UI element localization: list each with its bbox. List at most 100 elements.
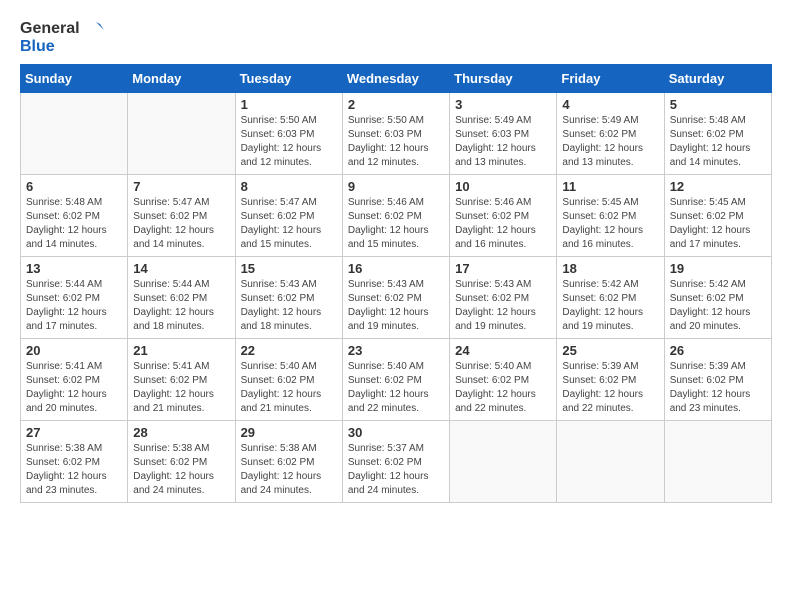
calendar-cell: 8 Sunrise: 5:47 AM Sunset: 6:02 PM Daylig…	[235, 174, 342, 256]
calendar-cell: 16 Sunrise: 5:43 AM Sunset: 6:02 PM Dayli…	[342, 256, 449, 338]
day-info: Sunrise: 5:44 AM Sunset: 6:02 PM Dayligh…	[26, 278, 122, 334]
calendar-cell: 13 Sunrise: 5:44 AM Sunset: 6:02 PM Dayli…	[21, 256, 128, 338]
day-info: Sunrise: 5:50 AM Sunset: 6:03 PM Dayligh…	[348, 114, 444, 170]
day-info: Sunrise: 5:40 AM Sunset: 6:02 PM Dayligh…	[348, 360, 444, 416]
calendar-cell: 9 Sunrise: 5:46 AM Sunset: 6:02 PM Daylig…	[342, 174, 449, 256]
day-info: Sunrise: 5:49 AM Sunset: 6:03 PM Dayligh…	[455, 114, 551, 170]
col-header-saturday: Saturday	[664, 64, 771, 92]
col-header-sunday: Sunday	[21, 64, 128, 92]
day-info: Sunrise: 5:43 AM Sunset: 6:02 PM Dayligh…	[241, 278, 337, 334]
calendar-cell: 2 Sunrise: 5:50 AM Sunset: 6:03 PM Daylig…	[342, 92, 449, 174]
calendar-cell	[664, 420, 771, 502]
day-number: 16	[348, 261, 444, 276]
day-info: Sunrise: 5:41 AM Sunset: 6:02 PM Dayligh…	[26, 360, 122, 416]
day-number: 5	[670, 97, 766, 112]
calendar-cell: 30 Sunrise: 5:37 AM Sunset: 6:02 PM Dayli…	[342, 420, 449, 502]
day-info: Sunrise: 5:38 AM Sunset: 6:02 PM Dayligh…	[26, 442, 122, 498]
day-number: 11	[562, 179, 658, 194]
calendar-cell: 20 Sunrise: 5:41 AM Sunset: 6:02 PM Dayli…	[21, 338, 128, 420]
calendar-cell: 11 Sunrise: 5:45 AM Sunset: 6:02 PM Dayli…	[557, 174, 664, 256]
day-number: 26	[670, 343, 766, 358]
day-number: 24	[455, 343, 551, 358]
day-info: Sunrise: 5:37 AM Sunset: 6:02 PM Dayligh…	[348, 442, 444, 498]
day-number: 21	[133, 343, 229, 358]
day-number: 18	[562, 261, 658, 276]
day-number: 2	[348, 97, 444, 112]
calendar-cell: 12 Sunrise: 5:45 AM Sunset: 6:02 PM Dayli…	[664, 174, 771, 256]
day-info: Sunrise: 5:44 AM Sunset: 6:02 PM Dayligh…	[133, 278, 229, 334]
day-number: 19	[670, 261, 766, 276]
calendar-cell: 5Sunrise: 5:48 AM Sunset: 6:02 PM Daylig…	[664, 92, 771, 174]
col-header-tuesday: Tuesday	[235, 64, 342, 92]
header: General Blue	[20, 20, 772, 56]
calendar-cell: 27 Sunrise: 5:38 AM Sunset: 6:02 PM Dayli…	[21, 420, 128, 502]
day-number: 15	[241, 261, 337, 276]
day-number: 6	[26, 179, 122, 194]
day-number: 12	[670, 179, 766, 194]
day-info: Sunrise: 5:42 AM Sunset: 6:02 PM Dayligh…	[562, 278, 658, 334]
day-info: Sunrise: 5:45 AM Sunset: 6:02 PM Dayligh…	[562, 196, 658, 252]
logo: General Blue	[20, 20, 104, 56]
logo-blue: Blue	[20, 38, 55, 55]
calendar-cell: 22 Sunrise: 5:40 AM Sunset: 6:02 PM Dayli…	[235, 338, 342, 420]
day-info: Sunrise: 5:39 AM Sunset: 6:02 PM Dayligh…	[562, 360, 658, 416]
day-number: 4	[562, 97, 658, 112]
day-info: Sunrise: 5:49 AM Sunset: 6:02 PM Dayligh…	[562, 114, 658, 170]
calendar-cell: 25 Sunrise: 5:39 AM Sunset: 6:02 PM Dayli…	[557, 338, 664, 420]
calendar-cell: 10Sunrise: 5:46 AM Sunset: 6:02 PM Dayli…	[450, 174, 557, 256]
week-row-5: 27 Sunrise: 5:38 AM Sunset: 6:02 PM Dayli…	[21, 420, 772, 502]
calendar-cell: 3 Sunrise: 5:49 AM Sunset: 6:03 PM Daylig…	[450, 92, 557, 174]
logo-text: General Blue	[20, 20, 104, 56]
calendar-cell	[450, 420, 557, 502]
day-number: 14	[133, 261, 229, 276]
day-info: Sunrise: 5:45 AM Sunset: 6:02 PM Dayligh…	[670, 196, 766, 252]
day-number: 13	[26, 261, 122, 276]
col-header-monday: Monday	[128, 64, 235, 92]
calendar-cell	[128, 92, 235, 174]
day-number: 7	[133, 179, 229, 194]
calendar-cell: 19 Sunrise: 5:42 AM Sunset: 6:02 PM Dayli…	[664, 256, 771, 338]
calendar-cell: 21Sunrise: 5:41 AM Sunset: 6:02 PM Dayli…	[128, 338, 235, 420]
calendar-cell: 26 Sunrise: 5:39 AM Sunset: 6:02 PM Dayli…	[664, 338, 771, 420]
day-info: Sunrise: 5:47 AM Sunset: 6:02 PM Dayligh…	[133, 196, 229, 252]
day-info: Sunrise: 5:40 AM Sunset: 6:02 PM Dayligh…	[241, 360, 337, 416]
week-row-4: 20 Sunrise: 5:41 AM Sunset: 6:02 PM Dayli…	[21, 338, 772, 420]
day-number: 25	[562, 343, 658, 358]
calendar-header-row: SundayMondayTuesdayWednesdayThursdayFrid…	[21, 64, 772, 92]
day-info: Sunrise: 5:40 AM Sunset: 6:02 PM Dayligh…	[455, 360, 551, 416]
calendar: SundayMondayTuesdayWednesdayThursdayFrid…	[20, 64, 772, 503]
day-info: Sunrise: 5:42 AM Sunset: 6:02 PM Dayligh…	[670, 278, 766, 334]
week-row-3: 13 Sunrise: 5:44 AM Sunset: 6:02 PM Dayli…	[21, 256, 772, 338]
calendar-cell: 24 Sunrise: 5:40 AM Sunset: 6:02 PM Dayli…	[450, 338, 557, 420]
calendar-cell: 18 Sunrise: 5:42 AM Sunset: 6:02 PM Dayli…	[557, 256, 664, 338]
week-row-1: 1Sunrise: 5:50 AM Sunset: 6:03 PM Daylig…	[21, 92, 772, 174]
day-info: Sunrise: 5:38 AM Sunset: 6:02 PM Dayligh…	[241, 442, 337, 498]
col-header-thursday: Thursday	[450, 64, 557, 92]
day-info: Sunrise: 5:48 AM Sunset: 6:02 PM Dayligh…	[26, 196, 122, 252]
day-number: 10	[455, 179, 551, 194]
day-number: 27	[26, 425, 122, 440]
day-number: 9	[348, 179, 444, 194]
week-row-2: 6 Sunrise: 5:48 AM Sunset: 6:02 PM Daylig…	[21, 174, 772, 256]
col-header-friday: Friday	[557, 64, 664, 92]
calendar-cell: 1Sunrise: 5:50 AM Sunset: 6:03 PM Daylig…	[235, 92, 342, 174]
calendar-cell: 14 Sunrise: 5:44 AM Sunset: 6:02 PM Dayli…	[128, 256, 235, 338]
day-info: Sunrise: 5:39 AM Sunset: 6:02 PM Dayligh…	[670, 360, 766, 416]
day-info: Sunrise: 5:43 AM Sunset: 6:02 PM Dayligh…	[348, 278, 444, 334]
day-number: 8	[241, 179, 337, 194]
day-number: 3	[455, 97, 551, 112]
calendar-cell: 6 Sunrise: 5:48 AM Sunset: 6:02 PM Daylig…	[21, 174, 128, 256]
day-number: 20	[26, 343, 122, 358]
day-info: Sunrise: 5:47 AM Sunset: 6:02 PM Dayligh…	[241, 196, 337, 252]
calendar-cell: 7 Sunrise: 5:47 AM Sunset: 6:02 PM Daylig…	[128, 174, 235, 256]
day-number: 22	[241, 343, 337, 358]
calendar-cell: 4 Sunrise: 5:49 AM Sunset: 6:02 PM Daylig…	[557, 92, 664, 174]
calendar-cell: 17Sunrise: 5:43 AM Sunset: 6:02 PM Dayli…	[450, 256, 557, 338]
day-info: Sunrise: 5:46 AM Sunset: 6:02 PM Dayligh…	[348, 196, 444, 252]
calendar-cell	[557, 420, 664, 502]
col-header-wednesday: Wednesday	[342, 64, 449, 92]
day-number: 17	[455, 261, 551, 276]
calendar-cell	[21, 92, 128, 174]
day-number: 30	[348, 425, 444, 440]
day-number: 23	[348, 343, 444, 358]
